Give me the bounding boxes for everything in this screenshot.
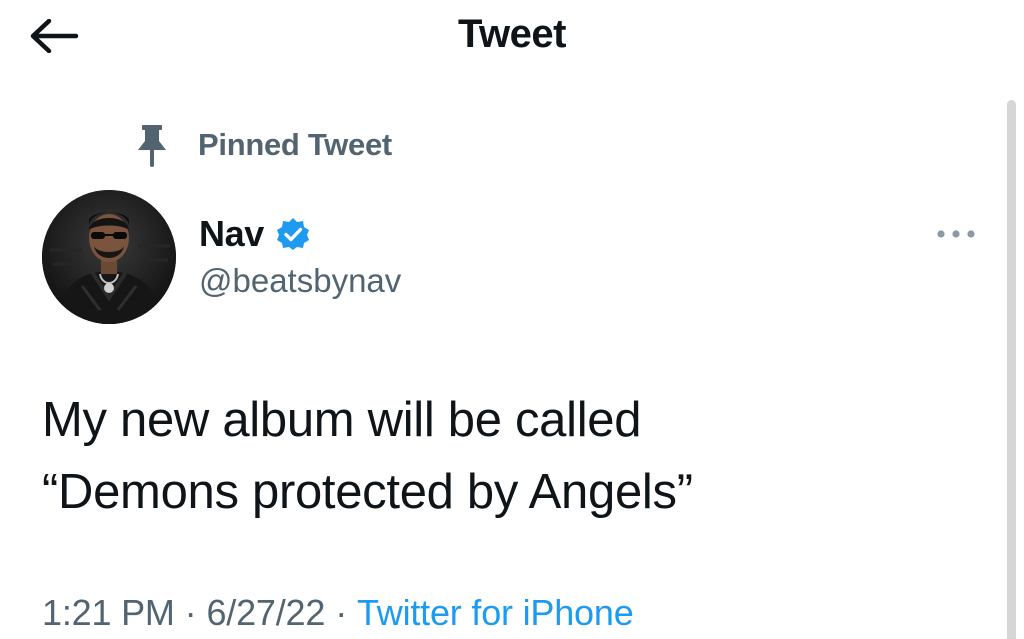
tweet-date[interactable]: 6/27/22	[206, 592, 325, 633]
tweet-text-line-2: “Demons protected by Angels”	[42, 465, 693, 519]
avatar[interactable]	[42, 190, 176, 324]
pinned-tweet-indicator: Pinned Tweet	[132, 122, 392, 168]
tweet-time[interactable]: 1:21 PM	[42, 592, 175, 633]
tweet-text-line-1: My new album will be called	[42, 393, 642, 447]
pinned-tweet-label: Pinned Tweet	[198, 127, 392, 162]
tweet-text: My new album will be called “Demons prot…	[42, 384, 972, 528]
tweet-metadata: 1:21 PM · 6/27/22 · Twitter for iPhone	[42, 592, 634, 634]
scrollbar[interactable]	[1007, 100, 1016, 639]
tweet-detail-screen: Tweet Pinned Tweet Nav @beatsbynav My ne…	[0, 0, 1024, 639]
more-options-button[interactable]	[932, 218, 980, 250]
top-bar: Tweet	[0, 0, 1024, 72]
pin-icon	[132, 122, 172, 168]
tweet-source-link[interactable]: Twitter for iPhone	[357, 592, 634, 633]
page-title: Tweet	[458, 12, 566, 56]
author-name-row: Nav	[199, 210, 401, 258]
author-display-name[interactable]: Nav	[199, 213, 264, 255]
author-handle[interactable]: @beatsbynav	[199, 262, 401, 300]
meta-separator: ·	[184, 592, 197, 633]
verified-badge-icon	[276, 217, 310, 251]
more-horizontal-icon	[937, 230, 975, 238]
meta-separator: ·	[335, 592, 347, 633]
author-info: Nav @beatsbynav	[199, 210, 401, 300]
